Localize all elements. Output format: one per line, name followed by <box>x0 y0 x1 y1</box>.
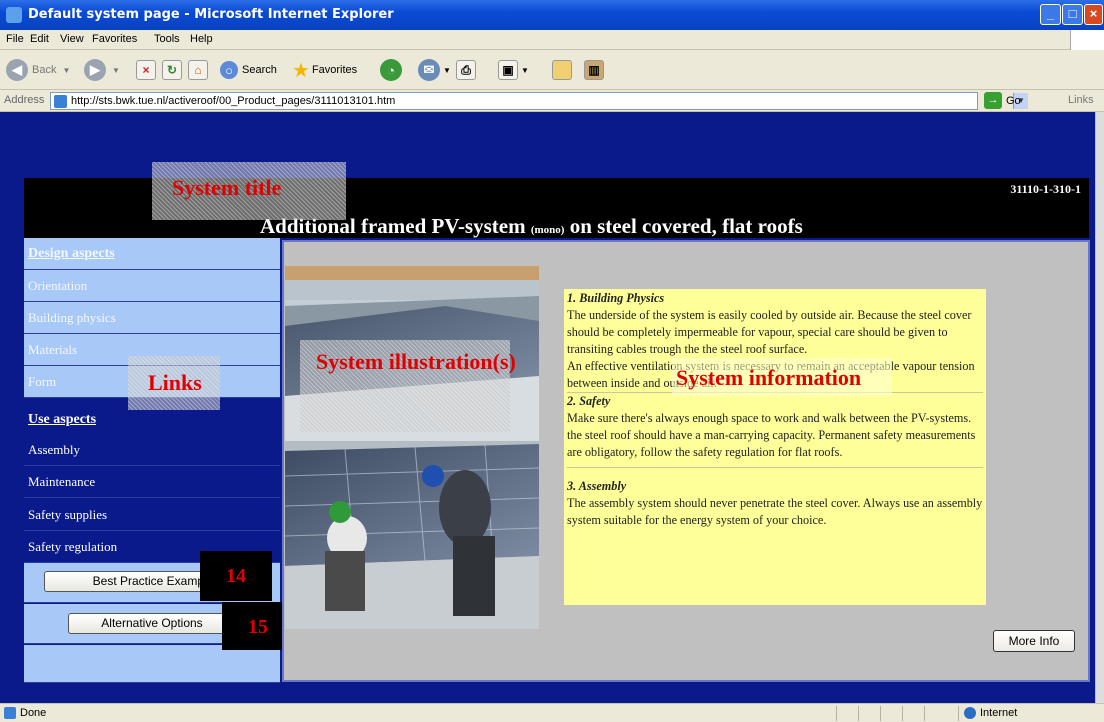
stop-button[interactable]: × <box>136 59 156 81</box>
search-button[interactable]: ○ Search <box>220 59 277 81</box>
system-code: 31110-1-310-1 <box>1010 182 1081 196</box>
section-heading-assembly: 3. Assembly <box>567 479 627 493</box>
system-information-box: 1. Building Physics The underside of the… <box>564 289 986 605</box>
information-annotation: System information <box>676 365 862 390</box>
menu-tools[interactable]: Tools <box>154 33 180 45</box>
home-button[interactable]: ⌂ <box>188 59 208 81</box>
search-icon: ○ <box>220 61 238 79</box>
mail-icon: ✉ <box>418 59 440 81</box>
back-button[interactable]: ◀ Back ▼ <box>6 59 70 81</box>
links-button[interactable]: Links <box>1068 94 1094 106</box>
address-bar: Address http://sts.bwk.tue.nl/activeroof… <box>0 90 1104 112</box>
section-heading-building-physics: 1. Building Physics <box>567 291 665 305</box>
menu-edit[interactable]: Edit <box>30 33 49 45</box>
go-button[interactable]: → Go <box>984 92 1021 109</box>
vertical-scrollbar[interactable] <box>1095 112 1104 703</box>
refresh-button[interactable]: ↻ <box>162 59 182 81</box>
building-physics-text: The underside of the system is easily co… <box>567 308 972 356</box>
page-done-icon <box>4 707 16 719</box>
menu-view[interactable]: View <box>60 33 84 45</box>
star-icon: ★ <box>292 59 310 82</box>
sidebar-item-assembly[interactable]: Assembly <box>24 434 280 466</box>
home-icon: ⌂ <box>188 60 208 80</box>
menu-file[interactable]: File <box>6 33 24 45</box>
internet-explorer-icon <box>6 7 22 23</box>
more-info-button[interactable]: More Info <box>993 630 1075 652</box>
close-button[interactable]: × <box>1084 4 1103 25</box>
address-url: http://sts.bwk.tue.nl/activeroof/00_Prod… <box>71 95 396 107</box>
minimize-button[interactable]: _ <box>1040 4 1061 25</box>
history-icon: ◔ <box>380 59 402 81</box>
discuss-button[interactable] <box>552 59 572 81</box>
stop-icon: × <box>136 60 156 80</box>
folder-icon <box>552 60 572 80</box>
research-icon: ▥ <box>584 60 604 80</box>
menu-help[interactable]: Help <box>190 33 213 45</box>
status-bar: Done Internet <box>0 703 1104 722</box>
address-label: Address <box>4 94 45 106</box>
maximize-button[interactable]: □ <box>1062 4 1083 25</box>
annotation-number-14: 14 <box>200 551 272 601</box>
printer-icon: ⎙ <box>456 60 476 80</box>
assembly-text: The assembly system should never penetra… <box>567 496 983 527</box>
sidebar-item-design-aspects[interactable]: Design aspects <box>24 238 280 270</box>
links-annotation: Links <box>148 370 202 395</box>
address-input[interactable]: http://sts.bwk.tue.nl/activeroof/00_Prod… <box>50 92 1028 110</box>
research-button[interactable]: ▥ <box>584 59 604 81</box>
edit-icon: ▣ <box>498 60 518 80</box>
internet-zone-icon <box>964 707 976 719</box>
alternative-options-button[interactable]: Alternative Options <box>68 613 236 634</box>
sidebar-item-maintenance[interactable]: Maintenance <box>24 466 280 498</box>
forward-arrow-icon: ▶ <box>84 59 106 81</box>
favorites-button[interactable]: ★ Favorites <box>292 59 357 82</box>
system-title-annotation: System title <box>172 175 282 200</box>
history-button[interactable]: ◔ <box>380 59 402 81</box>
menu-bar: File Edit View Favorites Tools Help <box>0 30 1104 50</box>
security-zone-label: Internet <box>980 707 1018 719</box>
sidebar-item-building-physics[interactable]: Building physics <box>24 302 280 334</box>
toolbar: ◀ Back ▼ ▶ ▼ × ↻ ⌂ ○ Search ★ Favorites … <box>0 50 1104 90</box>
illustration-annotation: System illustration(s) <box>316 349 516 374</box>
print-button[interactable]: ⎙ <box>456 59 476 81</box>
edit-button[interactable]: ▣ ▼ <box>498 59 529 81</box>
sidebar-empty-row <box>24 645 280 683</box>
back-arrow-icon: ◀ <box>6 59 28 81</box>
forward-button[interactable]: ▶ ▼ <box>84 59 120 81</box>
window-title: Default system page - Microsoft Internet… <box>28 7 394 22</box>
system-illustration-image <box>285 266 539 629</box>
mail-button[interactable]: ✉ ▼ <box>418 59 451 81</box>
sidebar-item-orientation[interactable]: Orientation <box>24 270 280 302</box>
status-text: Done <box>20 707 47 719</box>
refresh-icon: ↻ <box>162 60 182 80</box>
windows-logo-icon <box>1070 30 1104 50</box>
window-title-bar[interactable]: Default system page - Microsoft Internet… <box>0 0 1104 30</box>
sidebar-item-safety-supplies[interactable]: Safety supplies <box>24 499 280 531</box>
menu-favorites[interactable]: Favorites <box>92 33 137 45</box>
section-divider <box>567 467 983 468</box>
page-icon <box>54 95 67 108</box>
go-arrow-icon: → <box>984 92 1002 109</box>
safety-text: Make sure there's always enough space to… <box>567 411 976 459</box>
